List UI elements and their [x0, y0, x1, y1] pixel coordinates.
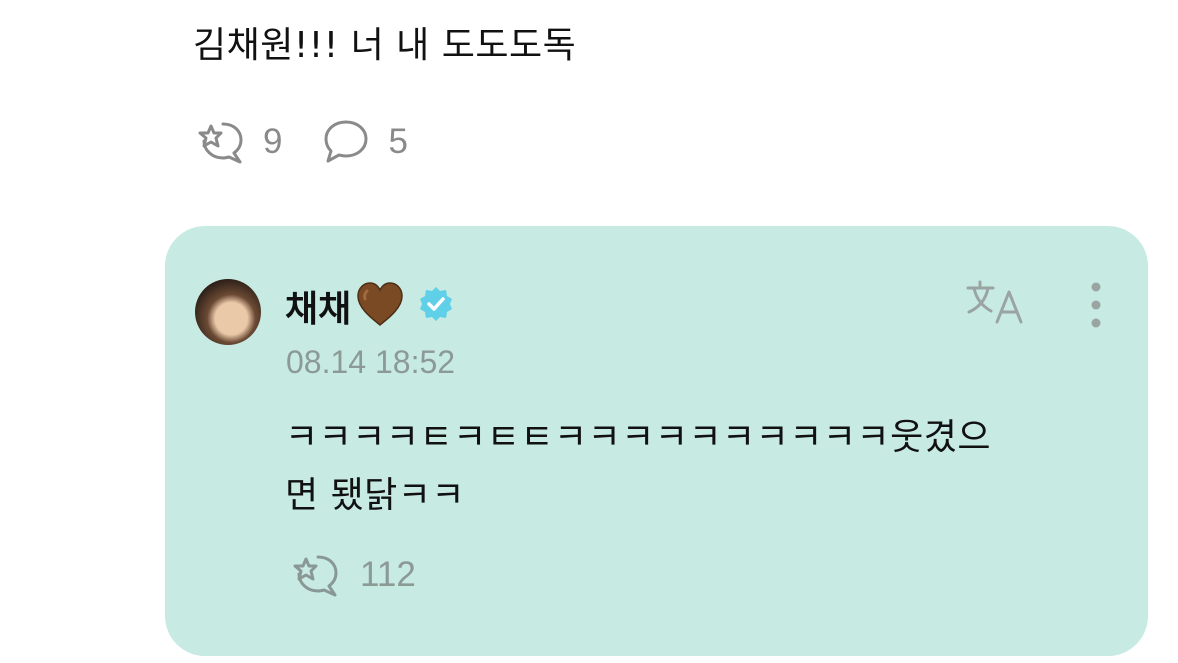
comment-text-line: 면 됐닭ㅋㅋ [285, 475, 466, 516]
post-comment-button[interactable]: 5 [322, 118, 408, 166]
more-vertical-icon[interactable] [1085, 281, 1107, 335]
author-row: 채채 [285, 280, 455, 332]
post-text: 김채원!!! 너 내 도도도독 [193, 25, 577, 66]
post-actions: 9 5 [193, 118, 408, 166]
star-chat-bubble-icon [193, 118, 245, 166]
verified-badge-icon [417, 285, 455, 327]
comment-timestamp: 08.14 18:52 [286, 344, 456, 380]
comment-like-count: 112 [360, 555, 416, 594]
translate-icon[interactable] [965, 278, 1027, 330]
chat-bubble-icon [322, 118, 370, 166]
star-chat-bubble-icon [288, 551, 340, 599]
brown-heart-icon [355, 281, 405, 331]
comment-like-button[interactable]: 112 [288, 551, 416, 599]
avatar[interactable] [195, 279, 261, 345]
post-comment-count: 5 [388, 122, 408, 161]
post-like-count: 9 [263, 122, 283, 161]
author-name[interactable]: 채채 [285, 280, 351, 332]
comment-actions: 112 [288, 551, 416, 599]
comment-text-line: ㅋㅋㅋㅋㅌㅋㅌㅌㅋㅋㅋㅋㅋㅋㅋㅋㅋㅋ웃겼으 [285, 417, 992, 458]
comment-text: ㅋㅋㅋㅋㅌㅋㅌㅌㅋㅋㅋㅋㅋㅋㅋㅋㅋㅋ웃겼으 면 됐닭ㅋㅋ [285, 409, 1115, 525]
comment-card: 채채 08.14 18:52 ㅋㅋㅋㅋㅌㅋㅌㅌㅋㅋㅋㅋㅋㅋㅋㅋㅋㅋ웃겼으 면 됐… [165, 226, 1148, 656]
post-like-button[interactable]: 9 [193, 118, 282, 166]
